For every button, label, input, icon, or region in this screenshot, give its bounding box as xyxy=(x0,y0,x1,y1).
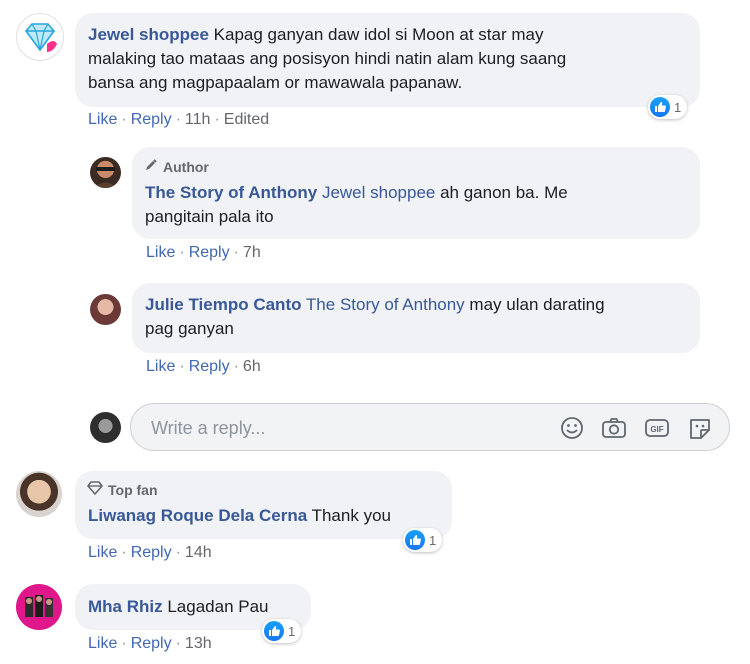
comment-text: pangitain pala ito xyxy=(145,207,274,226)
emoji-icon[interactable] xyxy=(559,416,585,440)
avatar[interactable] xyxy=(16,584,62,630)
comment-actions: Like · Reply · 14h xyxy=(88,544,212,561)
diamond-logo-icon xyxy=(24,23,57,52)
comment-text: bansa ang magpapaalam or mawawala papana… xyxy=(88,73,463,92)
mention-link[interactable]: Jewel shoppee xyxy=(322,183,435,202)
author-badge: Author xyxy=(163,159,209,175)
comment-author[interactable]: The Story of Anthony xyxy=(145,183,317,202)
top-fan-badge: Top fan xyxy=(108,482,158,498)
gif-icon[interactable]: GIF xyxy=(644,416,670,440)
reaction-count-text: 1 xyxy=(288,623,296,639)
comment-bubble: Julie Tiempo Canto The Story of Anthony … xyxy=(132,283,700,353)
comment-text: may ulan darating xyxy=(469,295,605,314)
timestamp[interactable]: 7h xyxy=(243,244,261,261)
reply-link[interactable]: Reply xyxy=(131,635,172,652)
avatar[interactable] xyxy=(90,294,121,325)
comment-author[interactable]: Liwanag Roque Dela Cerna xyxy=(88,506,307,525)
reaction-count[interactable]: 1 xyxy=(262,619,302,643)
reaction-count[interactable]: 1 xyxy=(403,528,443,552)
like-link[interactable]: Like xyxy=(88,544,117,561)
comment-author[interactable]: Mha Rhiz xyxy=(88,597,163,616)
comment-text: malaking tao mataas ang posisyon hindi n… xyxy=(88,49,567,68)
avatar[interactable] xyxy=(90,157,121,188)
timestamp[interactable]: 6h xyxy=(243,358,261,375)
comment-text: Kapag ganyan daw idol si Moon at star ma… xyxy=(213,25,544,44)
comment-text: Thank you xyxy=(311,506,391,525)
reply-link[interactable]: Reply xyxy=(131,111,172,128)
comment-bubble: Author The Story of Anthony Jewel shoppe… xyxy=(132,147,700,239)
comment-bubble: Jewel shoppee Kapag ganyan daw idol si M… xyxy=(75,13,700,107)
comment-text: Lagadan Pau xyxy=(167,597,269,616)
like-link[interactable]: Like xyxy=(88,111,117,128)
like-reaction-icon xyxy=(264,621,284,641)
timestamp[interactable]: 14h xyxy=(185,544,212,561)
edited-label[interactable]: Edited xyxy=(224,111,269,128)
pencil-icon xyxy=(144,155,158,179)
reply-link[interactable]: Reply xyxy=(131,544,172,561)
comment-text: ah ganon ba. Me xyxy=(440,183,568,202)
sticker-icon[interactable] xyxy=(687,416,713,440)
current-user-avatar xyxy=(90,412,121,443)
person-photo-icon xyxy=(94,167,117,188)
like-reaction-icon xyxy=(650,97,670,117)
like-link[interactable]: Like xyxy=(146,358,175,375)
comment-actions: Like · Reply · 13h xyxy=(88,635,212,652)
camera-icon[interactable] xyxy=(601,416,627,440)
timestamp[interactable]: 13h xyxy=(185,635,212,652)
comment-actions: Like · Reply · 11h · Edited xyxy=(88,111,270,128)
comment-actions: Like · Reply · 7h xyxy=(146,244,261,261)
avatar[interactable] xyxy=(16,471,62,517)
comment-actions: Like · Reply · 6h xyxy=(146,358,261,375)
comment-author[interactable]: Jewel shoppee xyxy=(88,25,209,44)
comment-author[interactable]: Julie Tiempo Canto xyxy=(145,295,302,314)
like-link[interactable]: Like xyxy=(146,244,175,261)
reaction-count-text: 1 xyxy=(674,99,682,115)
photo-collage-icon xyxy=(25,595,53,617)
reply-input[interactable] xyxy=(149,414,533,442)
mention-link[interactable]: The Story of Anthony xyxy=(306,295,465,314)
svg-text:GIF: GIF xyxy=(650,425,663,434)
comment-bubble: Top fan Liwanag Roque Dela Cerna Thank y… xyxy=(75,471,452,539)
diamond-badge-icon xyxy=(87,478,103,502)
timestamp[interactable]: 11h xyxy=(185,111,211,128)
reaction-count[interactable]: 1 xyxy=(648,95,688,119)
reaction-count-text: 1 xyxy=(429,532,437,548)
like-link[interactable]: Like xyxy=(88,635,117,652)
like-reaction-icon xyxy=(405,530,425,550)
avatar[interactable] xyxy=(16,13,64,61)
reply-link[interactable]: Reply xyxy=(189,358,230,375)
reply-link[interactable]: Reply xyxy=(189,244,230,261)
comment-text: pag ganyan xyxy=(145,319,234,338)
reply-composer: GIF xyxy=(130,403,730,451)
